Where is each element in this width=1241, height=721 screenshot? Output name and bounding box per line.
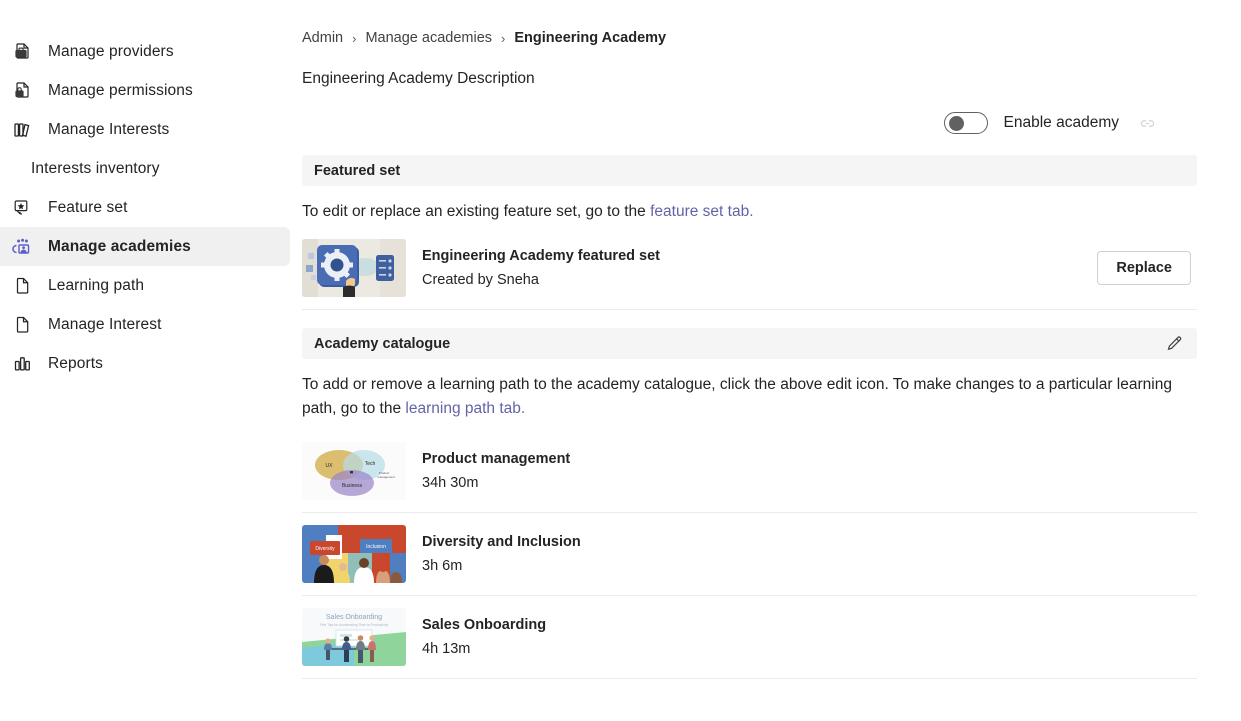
featured-set-section-header: Featured set — [302, 155, 1197, 186]
section-title: Featured set — [314, 163, 400, 179]
list-item-text: Diversity and Inclusion 3h 6m — [422, 534, 1197, 574]
main-content: Admin › Manage academies › Engineering A… — [290, 0, 1241, 721]
featured-set-text: Engineering Academy featured set Created… — [422, 248, 1097, 288]
sidebar-item-manage-providers[interactable]: Manage providers — [0, 32, 290, 71]
breadcrumb-separator-icon: › — [352, 31, 356, 46]
breadcrumb-item-admin[interactable]: Admin — [302, 30, 343, 46]
academy-catalogue-list: UX Tech Business Product management Prod… — [302, 430, 1197, 679]
sidebar-item-reports[interactable]: Reports — [0, 344, 290, 383]
svg-text:Sales Onboarding: Sales Onboarding — [326, 614, 382, 621]
sidebar-item-interests-inventory[interactable]: Interests inventory — [0, 149, 290, 188]
help-text-prefix: To edit or replace an existing feature s… — [302, 203, 650, 220]
sidebar-item-label: Reports — [48, 355, 103, 373]
sidebar-item-label: Manage providers — [48, 43, 174, 61]
section-title: Academy catalogue — [314, 336, 450, 352]
venn-diagram-thumbnail: UX Tech Business Product management — [302, 442, 406, 500]
list-item[interactable]: Diversity Inclusion — [302, 513, 1197, 596]
list-item-duration: 4h 13m — [422, 641, 1197, 657]
svg-text:management: management — [377, 475, 395, 479]
sidebar-item-label: Feature set — [48, 199, 128, 217]
people-group-icon — [12, 236, 34, 258]
sidebar-item-manage-interest[interactable]: Manage Interest — [0, 305, 290, 344]
list-item-title: Diversity and Inclusion — [422, 534, 1197, 550]
featured-set-subtitle: Created by Sneha — [422, 272, 1097, 288]
enable-academy-toggle[interactable] — [944, 112, 988, 134]
enable-academy-row: Enable academy — [302, 109, 1197, 137]
learning-path-tab-link[interactable]: learning path tab. — [405, 400, 525, 417]
feature-set-tab-link[interactable]: feature set tab. — [650, 203, 753, 220]
document-briefcase-icon — [12, 41, 34, 63]
breadcrumb-separator-icon: › — [501, 31, 505, 46]
list-item-duration: 34h 30m — [422, 475, 1197, 491]
sidebar-item-label: Learning path — [48, 277, 144, 295]
document-lock-icon — [12, 80, 34, 102]
svg-text:Five Tips for Accelerating Tim: Five Tips for Accelerating Time to Produ… — [320, 623, 389, 627]
breadcrumb-item-current: Engineering Academy — [514, 30, 666, 46]
featured-set-help-text: To edit or replace an existing feature s… — [302, 200, 1182, 223]
svg-text:Tech: Tech — [365, 461, 376, 467]
breadcrumb: Admin › Manage academies › Engineering A… — [302, 28, 1197, 48]
diversity-poster-thumbnail: Diversity Inclusion — [302, 525, 406, 583]
app-root: Manage providers Manage permissions — [0, 0, 1241, 721]
sidebar: Manage providers Manage permissions — [0, 0, 290, 721]
sidebar-item-label: Interests inventory — [31, 160, 160, 178]
toggle-knob — [949, 116, 964, 131]
sidebar-item-learning-path[interactable]: Learning path — [0, 266, 290, 305]
link-icon[interactable] — [1137, 113, 1157, 133]
svg-text:Business: Business — [342, 483, 363, 489]
sidebar-item-manage-interests[interactable]: Manage Interests — [0, 110, 290, 149]
sidebar-item-label: Manage Interests — [48, 121, 169, 139]
page-icon — [12, 275, 34, 297]
sidebar-item-label: Manage permissions — [48, 82, 193, 100]
pencil-edit-icon[interactable] — [1163, 333, 1185, 355]
list-item-text: Sales Onboarding 4h 13m — [422, 617, 1197, 657]
svg-text:UX: UX — [326, 463, 334, 469]
svg-text:Diversity: Diversity — [315, 546, 335, 552]
list-item-title: Sales Onboarding — [422, 617, 1197, 633]
featured-set-row: Engineering Academy featured set Created… — [302, 227, 1197, 310]
breadcrumb-item-manage-academies[interactable]: Manage academies — [365, 30, 492, 46]
sidebar-item-label: Manage Interest — [48, 316, 162, 334]
list-item[interactable]: Sales Onboarding Five Tips for Accelerat… — [302, 596, 1197, 679]
bar-chart-icon — [12, 353, 34, 375]
list-item-duration: 3h 6m — [422, 558, 1197, 574]
page-description: Engineering Academy Description — [302, 70, 1197, 88]
sales-onboarding-thumbnail: Sales Onboarding Five Tips for Accelerat… — [302, 608, 406, 666]
list-item[interactable]: UX Tech Business Product management Prod… — [302, 430, 1197, 513]
sidebar-item-label: Manage academies — [48, 238, 191, 256]
featured-set-title: Engineering Academy featured set — [422, 248, 1097, 264]
academy-catalogue-section-header: Academy catalogue — [302, 328, 1197, 359]
star-stack-icon — [12, 197, 34, 219]
featured-set-list: Engineering Academy featured set Created… — [302, 227, 1197, 310]
books-icon — [12, 119, 34, 141]
replace-button[interactable]: Replace — [1097, 251, 1191, 285]
enable-academy-label: Enable academy — [1004, 114, 1119, 132]
page-icon — [12, 314, 34, 336]
sidebar-item-feature-set[interactable]: Feature set — [0, 188, 290, 227]
engineering-gear-thumbnail — [302, 239, 406, 297]
list-item-title: Product management — [422, 451, 1197, 467]
sidebar-item-manage-academies[interactable]: Manage academies — [0, 227, 290, 266]
academy-catalogue-help-text: To add or remove a learning path to the … — [302, 373, 1182, 420]
sidebar-item-manage-permissions[interactable]: Manage permissions — [0, 71, 290, 110]
list-item-text: Product management 34h 30m — [422, 451, 1197, 491]
svg-text:Inclusion: Inclusion — [366, 544, 386, 550]
